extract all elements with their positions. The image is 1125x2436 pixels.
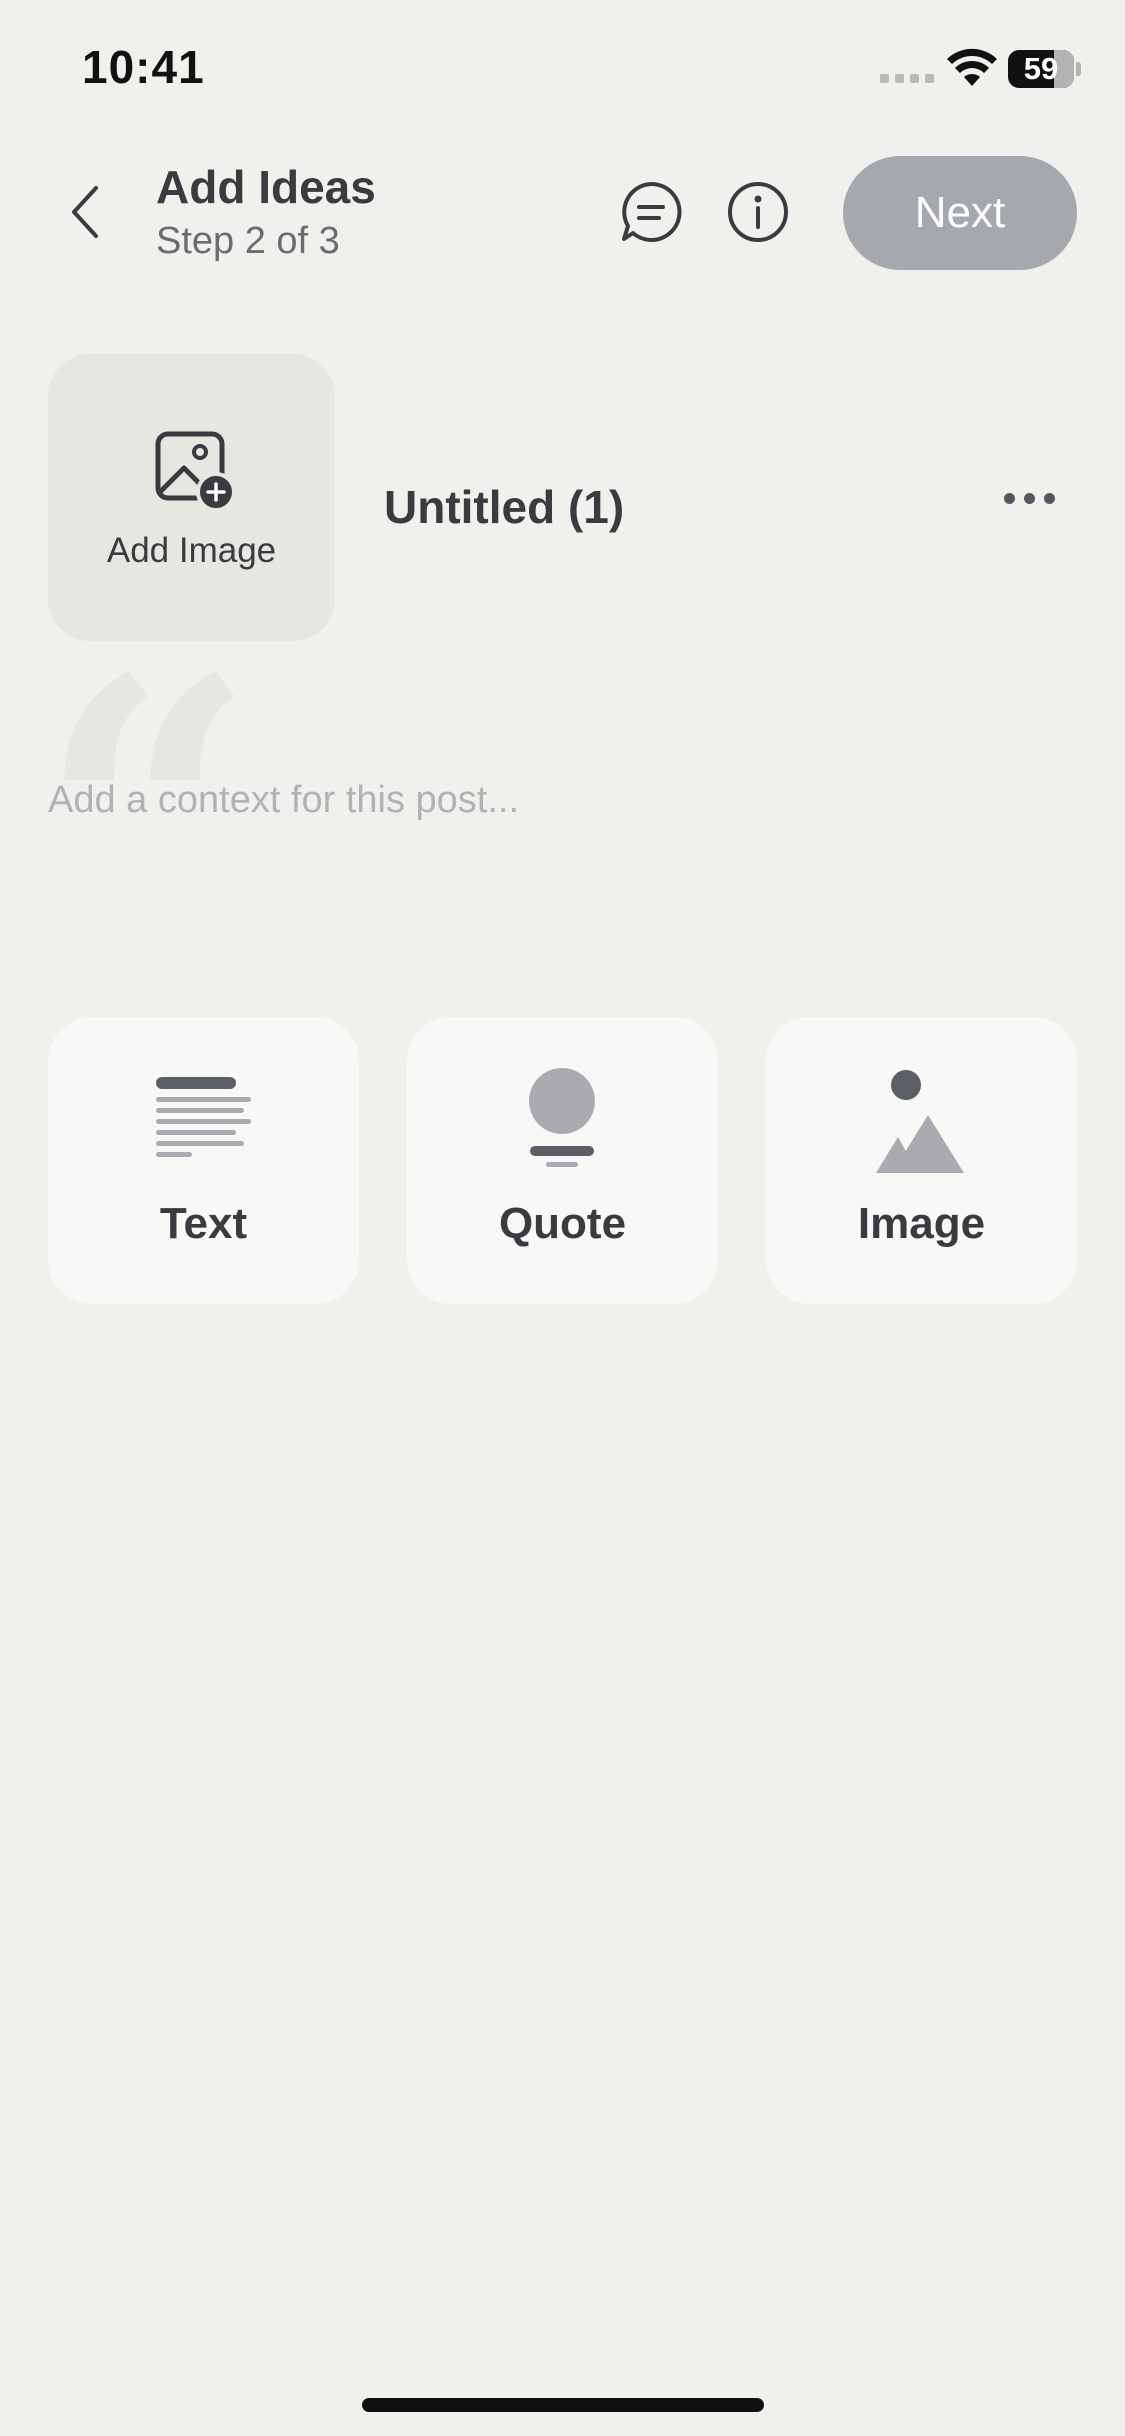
add-image-label: Add Image bbox=[106, 531, 277, 570]
more-options-button[interactable] bbox=[998, 478, 1060, 518]
image-block-icon bbox=[876, 1070, 964, 1173]
post-title[interactable]: Untitled (1) bbox=[384, 480, 624, 534]
context-input[interactable] bbox=[48, 770, 1068, 830]
info-icon bbox=[728, 182, 788, 242]
info-button[interactable] bbox=[724, 178, 792, 246]
dot bbox=[1003, 492, 1015, 504]
page-title: Add Ideas bbox=[156, 161, 376, 213]
add-image-block-button[interactable]: Image bbox=[766, 1017, 1077, 1304]
add-text-block-button[interactable]: Text bbox=[48, 1017, 359, 1304]
dot bbox=[1023, 492, 1035, 504]
wifi-icon bbox=[947, 48, 997, 86]
battery-level: 59 bbox=[1023, 51, 1059, 86]
status-time: 10:41 bbox=[82, 41, 205, 93]
add-image-icon bbox=[155, 431, 236, 512]
home-indicator[interactable] bbox=[362, 2398, 764, 2412]
dot bbox=[1043, 492, 1055, 504]
comments-button[interactable] bbox=[617, 178, 685, 246]
comment-icon bbox=[622, 181, 682, 242]
image-block-label: Image bbox=[857, 1199, 986, 1248]
battery-cap bbox=[1076, 62, 1081, 76]
quote-block-icon bbox=[529, 1068, 595, 1167]
quote-block-label: Quote bbox=[498, 1199, 627, 1248]
add-quote-block-button[interactable]: Quote bbox=[407, 1017, 718, 1304]
back-button[interactable] bbox=[56, 180, 112, 244]
next-button[interactable]: Next bbox=[843, 156, 1077, 270]
cellular-signal-icon bbox=[880, 74, 934, 83]
text-block-label: Text bbox=[159, 1199, 248, 1248]
text-block-icon bbox=[156, 1077, 251, 1157]
add-ideas-screen: 10:41 59 Add Ideas Step 2 of 3 Next Add … bbox=[0, 0, 1125, 2436]
chevron-left-icon bbox=[72, 186, 98, 238]
step-indicator: Step 2 of 3 bbox=[156, 220, 340, 262]
battery-icon: 59 bbox=[1008, 50, 1074, 88]
